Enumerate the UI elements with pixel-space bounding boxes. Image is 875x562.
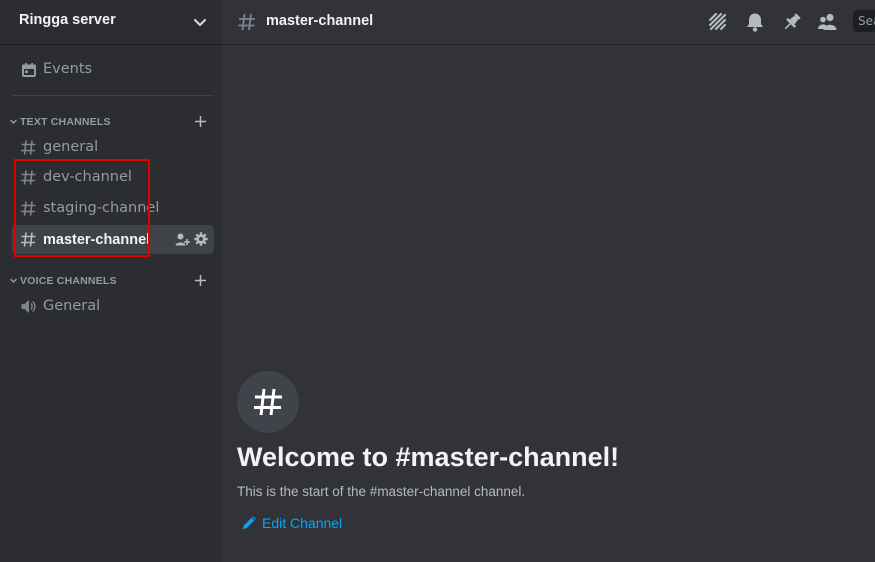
calendar-icon xyxy=(22,63,36,77)
pencil-icon xyxy=(243,516,256,529)
chevron-down-icon xyxy=(10,119,17,124)
gear-icon[interactable] xyxy=(194,232,208,246)
add-channel-icon[interactable] xyxy=(194,115,207,128)
channel-label: staging-channel xyxy=(43,200,160,216)
channel-item-general[interactable]: general xyxy=(12,133,214,162)
hash-icon xyxy=(254,388,282,416)
category-label: TEXT CHANNELS xyxy=(20,116,111,128)
channel-avatar xyxy=(237,371,299,433)
search-placeholder: Search xyxy=(858,14,875,28)
channel-label: dev-channel xyxy=(43,169,132,185)
channel-title: master-channel xyxy=(266,13,374,29)
edit-channel-label: Edit Channel xyxy=(262,515,343,531)
channel-label: General xyxy=(43,298,101,314)
welcome-subtitle: This is the start of the #master-channel… xyxy=(237,484,526,499)
channel-sidebar: Ringga server Events TEXT CHANNELS gener xyxy=(0,0,222,562)
hash-icon xyxy=(21,201,36,216)
pin-icon[interactable] xyxy=(781,11,803,33)
hash-icon xyxy=(21,140,36,155)
hash-icon xyxy=(21,170,36,185)
channel-label: master-channel xyxy=(43,232,151,248)
server-header[interactable]: Ringga server xyxy=(0,0,222,44)
members-icon[interactable] xyxy=(817,11,839,33)
category-text-channels[interactable]: TEXT CHANNELS xyxy=(8,114,214,130)
bell-icon[interactable] xyxy=(744,11,766,33)
hash-icon xyxy=(238,13,255,31)
category-voice-channels[interactable]: VOICE CHANNELS xyxy=(8,273,214,289)
hash-icon xyxy=(21,232,36,247)
channel-item-staging-channel[interactable]: staging-channel xyxy=(12,194,214,223)
welcome-title: Welcome to #master-channel! xyxy=(237,442,620,472)
channel-item-master-channel[interactable]: master-channel xyxy=(12,225,214,254)
channel-item-dev-channel[interactable]: dev-channel xyxy=(12,163,214,192)
server-name: Ringga server xyxy=(19,12,116,28)
channel-header: master-channel Search xyxy=(222,0,875,44)
chevron-down-icon xyxy=(10,278,17,283)
speaker-icon xyxy=(21,300,36,313)
divider xyxy=(12,95,214,96)
chevron-down-icon[interactable] xyxy=(193,15,207,29)
category-label: VOICE CHANNELS xyxy=(20,275,117,287)
events-item[interactable]: Events xyxy=(12,56,214,84)
threads-icon[interactable] xyxy=(707,11,729,33)
channel-label: general xyxy=(43,139,99,155)
create-invite-icon[interactable] xyxy=(175,232,190,247)
events-label: Events xyxy=(43,61,93,77)
search-input[interactable]: Search xyxy=(853,10,875,32)
channel-item-voice-general[interactable]: General xyxy=(12,292,214,321)
add-channel-icon[interactable] xyxy=(194,274,207,287)
